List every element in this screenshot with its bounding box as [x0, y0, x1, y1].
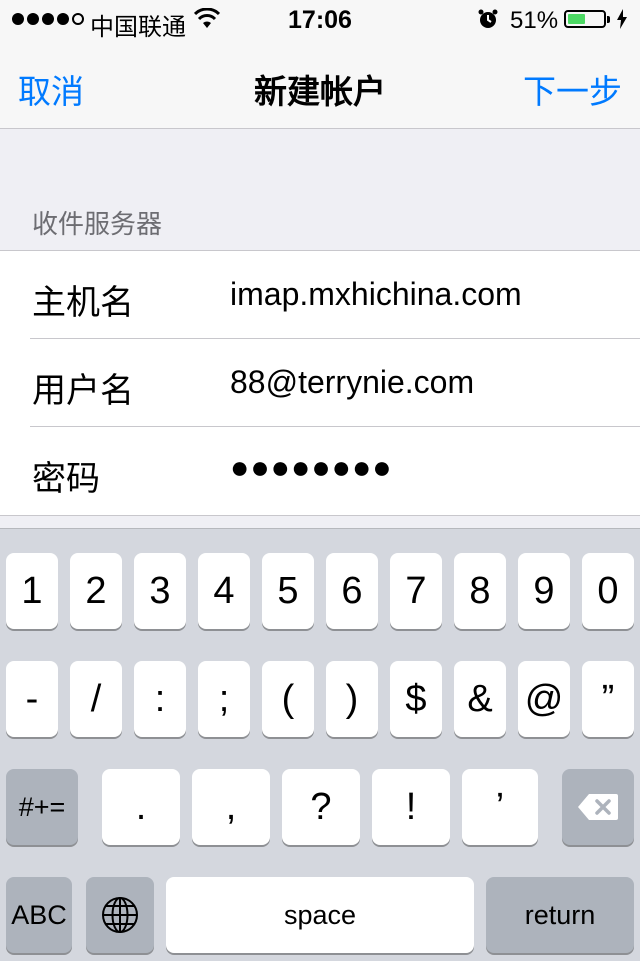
key-apostrophe[interactable]: ’ — [462, 769, 538, 845]
key-0[interactable]: 0 — [582, 553, 634, 629]
key-6[interactable]: 6 — [326, 553, 378, 629]
key-ampersand[interactable]: & — [454, 661, 506, 737]
username-row[interactable]: 用户名 88@terrynie.com — [0, 339, 640, 427]
section-header: 收件服务器 — [32, 209, 163, 239]
backspace-icon — [578, 794, 618, 820]
key-at[interactable]: @ — [518, 661, 570, 737]
space-key[interactable]: space — [166, 877, 474, 953]
delete-key[interactable] — [562, 769, 634, 845]
key-comma[interactable]: , — [192, 769, 270, 845]
key-8[interactable]: 8 — [454, 553, 506, 629]
battery-icon — [564, 10, 610, 28]
key-slash[interactable]: / — [70, 661, 122, 737]
key-period[interactable]: . — [102, 769, 180, 845]
next-button[interactable]: 下一步 — [523, 65, 622, 113]
top-bar: 中国联通 17:06 51% 取消 新建帐户 下一步 — [0, 0, 640, 129]
charging-bolt-icon — [617, 9, 627, 29]
username-label: 用户名 — [32, 372, 134, 410]
return-key[interactable]: return — [486, 877, 634, 953]
hostname-label: 主机名 — [32, 284, 134, 322]
key-open-paren[interactable]: ( — [262, 661, 314, 737]
key-5[interactable]: 5 — [262, 553, 314, 629]
key-quote[interactable]: ” — [582, 661, 634, 737]
password-field[interactable]: ●●●●●●●● — [230, 449, 393, 486]
battery-fill — [568, 14, 585, 24]
key-dollar[interactable]: $ — [390, 661, 442, 737]
globe-key[interactable] — [86, 877, 154, 953]
key-close-paren[interactable]: ) — [326, 661, 378, 737]
key-2[interactable]: 2 — [70, 553, 122, 629]
keyboard: 1 2 3 4 5 6 7 8 9 0 - / : ; ( ) $ & @ ” … — [0, 528, 640, 961]
navigation-bar: 取消 新建帐户 下一步 — [0, 40, 640, 128]
password-row[interactable]: 密码 ●●●●●●●● — [0, 427, 640, 515]
key-9[interactable]: 9 — [518, 553, 570, 629]
status-bar: 中国联通 17:06 51% — [0, 0, 640, 41]
key-7[interactable]: 7 — [390, 553, 442, 629]
key-colon[interactable]: : — [134, 661, 186, 737]
key-exclamation[interactable]: ! — [372, 769, 450, 845]
abc-key[interactable]: ABC — [6, 877, 72, 953]
symbols-switch-key[interactable]: #+= — [6, 769, 78, 845]
globe-icon — [102, 897, 138, 933]
battery-percentage: 51% — [510, 7, 559, 34]
password-label: 密码 — [32, 460, 100, 498]
key-1[interactable]: 1 — [6, 553, 58, 629]
key-semicolon[interactable]: ; — [198, 661, 250, 737]
incoming-server-form: 主机名 imap.mxhichina.com 用户名 88@terrynie.c… — [0, 250, 640, 516]
key-hyphen[interactable]: - — [6, 661, 58, 737]
hostname-row[interactable]: 主机名 imap.mxhichina.com — [0, 251, 640, 339]
key-4[interactable]: 4 — [198, 553, 250, 629]
battery-nub — [607, 16, 610, 23]
hostname-field[interactable]: imap.mxhichina.com — [230, 276, 522, 313]
key-question[interactable]: ? — [282, 769, 360, 845]
username-field[interactable]: 88@terrynie.com — [230, 364, 474, 401]
key-3[interactable]: 3 — [134, 553, 186, 629]
alarm-clock-icon — [478, 9, 498, 28]
